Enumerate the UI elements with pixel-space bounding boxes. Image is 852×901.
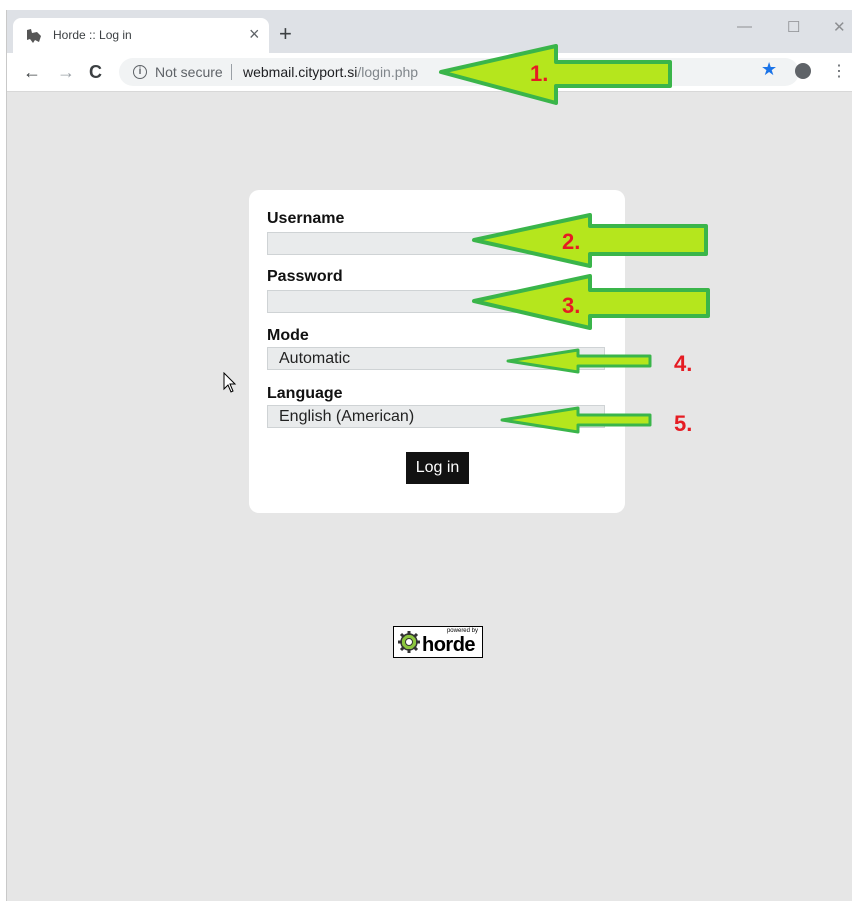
annotation-number-5: 5. <box>674 411 692 436</box>
annotation-arrow-5 <box>500 406 652 434</box>
annotation-arrow-1 <box>439 44 672 105</box>
annotation-arrow-2 <box>472 213 708 268</box>
annotation-overlay: 1. 2. 3. 4. 5. <box>439 44 710 436</box>
annotation-arrow-4 <box>506 348 652 374</box>
annotation-arrow-3 <box>472 274 710 330</box>
annotation-number-1: 1. <box>530 61 548 86</box>
annotation-number-2: 2. <box>562 229 580 254</box>
annotation-number-4: 4. <box>674 351 692 376</box>
annotation-number-3: 3. <box>562 293 580 318</box>
